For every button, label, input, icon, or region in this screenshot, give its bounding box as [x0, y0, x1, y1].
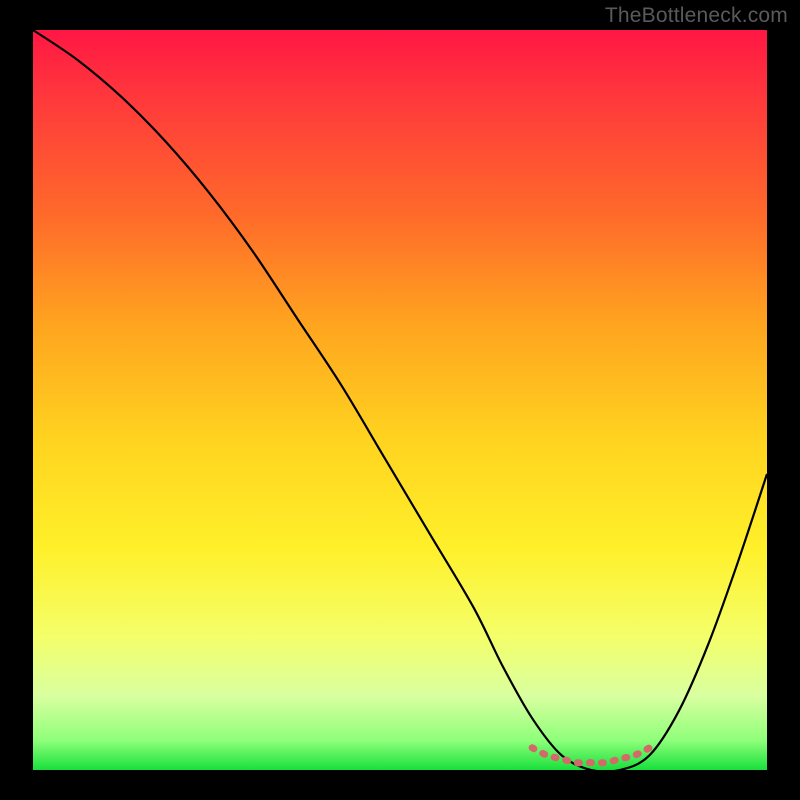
- plot-background: [33, 30, 767, 770]
- watermark-text: TheBottleneck.com: [605, 4, 788, 28]
- chart-svg: [0, 0, 800, 800]
- chart-frame: TheBottleneck.com: [0, 0, 800, 800]
